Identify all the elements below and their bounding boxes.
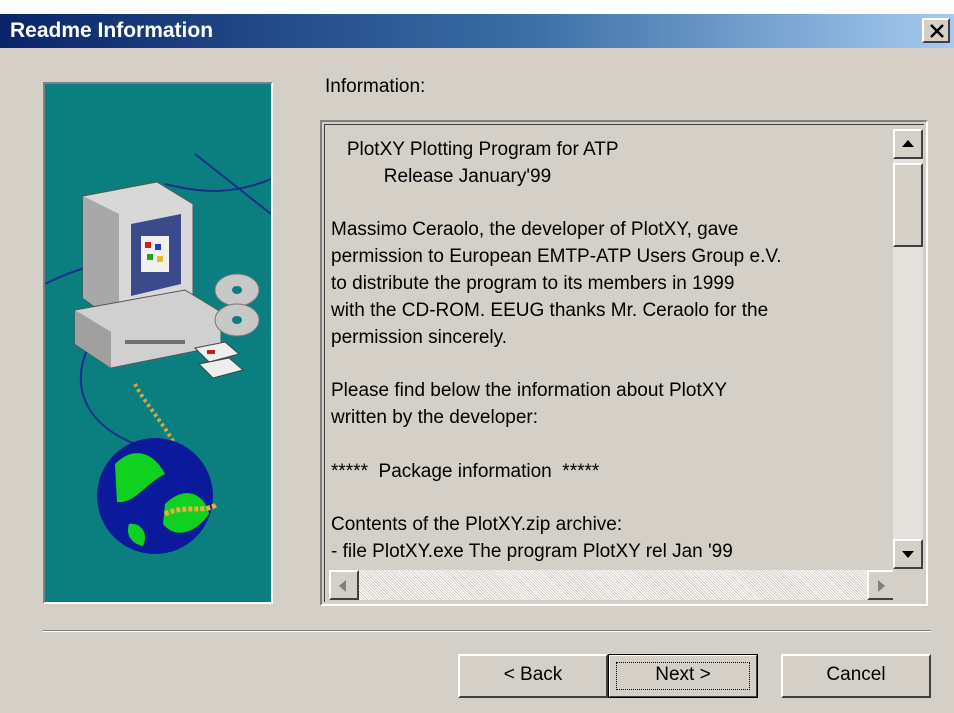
- readme-line: [331, 432, 891, 459]
- top-strip: [0, 0, 954, 14]
- readme-text: PlotXY Plotting Program for ATP Release …: [331, 137, 891, 561]
- scroll-up-icon: [902, 140, 914, 147]
- vertical-scroll-thumb[interactable]: [893, 163, 923, 247]
- readme-line: Please find below the information about …: [331, 380, 728, 402]
- scroll-left-button[interactable]: [329, 570, 359, 600]
- computer-illustration: [45, 153, 271, 554]
- scroll-down-icon: [902, 551, 914, 558]
- close-icon: [930, 24, 944, 38]
- scroll-down-button[interactable]: [893, 539, 923, 569]
- scroll-up-button[interactable]: [893, 129, 923, 159]
- readme-line: - file PlotXY.exe The program PlotXY rel…: [331, 540, 733, 561]
- title-bar: Readme Information: [0, 14, 954, 48]
- readme-line: [331, 191, 891, 218]
- separator-line: [43, 630, 931, 632]
- cancel-button[interactable]: Cancel: [781, 654, 931, 698]
- readme-line: written by the developer:: [331, 406, 539, 428]
- readme-line: Release January'99: [331, 165, 552, 187]
- next-button[interactable]: Next >: [608, 654, 758, 698]
- readme-line: [331, 351, 891, 378]
- readme-line: with the CD-ROM. EEUG thanks Mr. Ceraolo…: [331, 299, 769, 321]
- readme-line: PlotXY Plotting Program for ATP: [331, 139, 619, 160]
- wizard-illustration: [43, 82, 273, 604]
- scrollbar-corner: [893, 570, 923, 600]
- back-button[interactable]: < Back: [458, 654, 608, 698]
- information-label: Information:: [325, 76, 426, 97]
- horizontal-scrollbar[interactable]: [329, 570, 897, 600]
- window-title: Readme Information: [10, 19, 214, 42]
- scroll-right-icon: [878, 580, 885, 592]
- close-button[interactable]: [922, 18, 950, 43]
- readme-line: Massimo Ceraolo, the developer of PlotXY…: [331, 219, 739, 241]
- scroll-left-icon: [339, 580, 346, 592]
- readme-line: permission to European EMTP-ATP Users Gr…: [331, 246, 782, 268]
- vertical-scrollbar[interactable]: [893, 129, 923, 569]
- readme-line: Contents of the PlotXY.zip archive:: [331, 514, 623, 536]
- readme-line: to distribute the program to its members…: [331, 272, 735, 294]
- readme-text-area[interactable]: PlotXY Plotting Program for ATP Release …: [320, 120, 928, 606]
- readme-line: permission sincerely.: [331, 326, 507, 348]
- readme-line: [331, 485, 891, 512]
- readme-line: ***** Package information *****: [331, 460, 600, 482]
